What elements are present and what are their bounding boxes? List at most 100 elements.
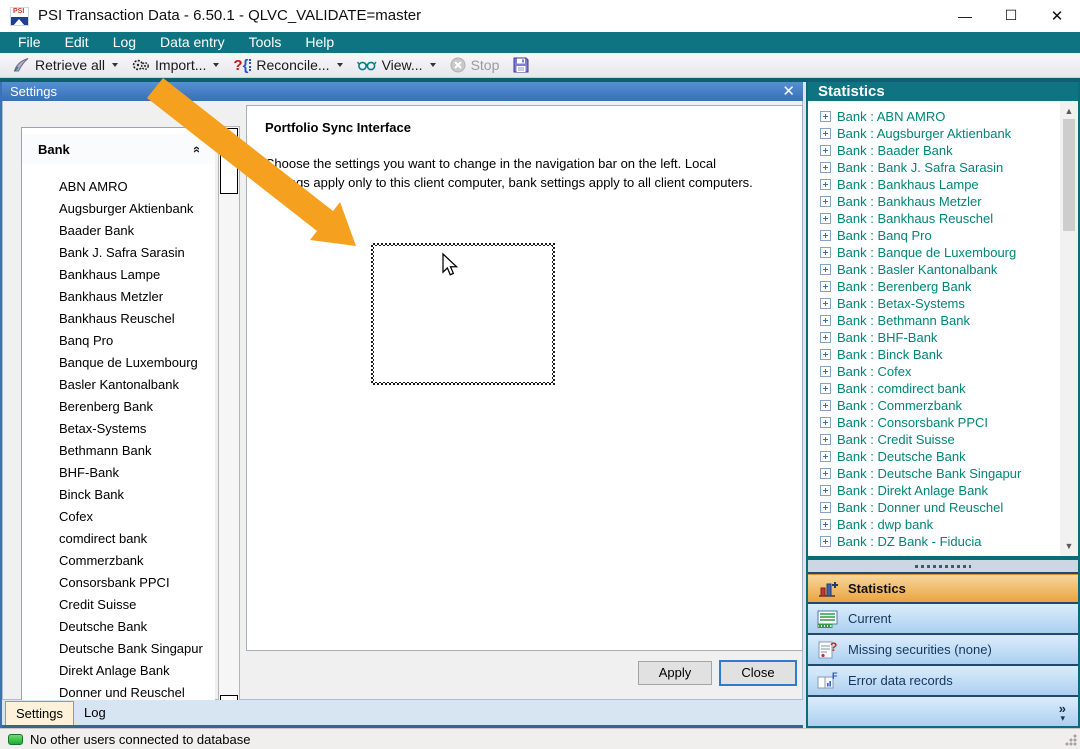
- dropdown-arrow-icon[interactable]: [337, 63, 343, 67]
- expand-plus-icon[interactable]: [820, 264, 831, 275]
- expand-plus-icon[interactable]: [820, 179, 831, 190]
- expand-plus-icon[interactable]: [820, 145, 831, 156]
- close-button[interactable]: ✕: [1034, 0, 1080, 31]
- nav-item-bank[interactable]: BHF-Bank: [22, 462, 215, 484]
- nav-item-bank[interactable]: Basler Kantonalbank: [22, 374, 215, 396]
- nav-group-bank[interactable]: Bank »: [22, 134, 215, 164]
- expand-plus-icon[interactable]: [820, 349, 831, 360]
- tree-item-bank[interactable]: Bank : Betax-Systems: [808, 295, 1056, 312]
- nav-button-error-data-records[interactable]: FError data records: [808, 666, 1078, 697]
- panel-close-icon[interactable]: ✕: [782, 84, 795, 99]
- scrollbar-thumb[interactable]: [220, 147, 238, 194]
- scroll-up-chevron[interactable]: ▲: [1060, 103, 1078, 119]
- expand-plus-icon[interactable]: [820, 128, 831, 139]
- toolbar-import-button[interactable]: Import...: [125, 54, 226, 77]
- nav-item-bank[interactable]: comdirect bank: [22, 528, 215, 550]
- nav-item-bank[interactable]: Consorsbank PPCI: [22, 572, 215, 594]
- tree-item-bank[interactable]: Bank : Donner und Reuschel: [808, 499, 1056, 516]
- nav-item-bank[interactable]: Bankhaus Reuschel: [22, 308, 215, 330]
- maximize-button[interactable]: ☐: [988, 0, 1034, 31]
- tree-item-bank[interactable]: Bank : Berenberg Bank: [808, 278, 1056, 295]
- scroll-down-chevron[interactable]: ▼: [1060, 538, 1078, 554]
- expand-plus-icon[interactable]: [820, 230, 831, 241]
- menu-item-data-entry[interactable]: Data entry: [148, 32, 237, 53]
- nav-item-bank[interactable]: Deutsche Bank Singapur: [22, 638, 215, 660]
- expand-plus-icon[interactable]: [820, 213, 831, 224]
- expand-plus-icon[interactable]: [820, 315, 831, 326]
- tree-item-bank[interactable]: Bank : Deutsche Bank Singapur: [808, 465, 1056, 482]
- nav-item-bank[interactable]: Bethmann Bank: [22, 440, 215, 462]
- expand-plus-icon[interactable]: [820, 281, 831, 292]
- bank-list-scrollbar[interactable]: ▲ ▼: [218, 126, 240, 716]
- toolbar-view-button[interactable]: View...: [350, 54, 443, 77]
- nav-item-bank[interactable]: Augsburger Aktienbank: [22, 198, 215, 220]
- expand-plus-icon[interactable]: [820, 536, 831, 547]
- tree-item-bank[interactable]: Bank : Consorsbank PPCI: [808, 414, 1056, 431]
- tree-item-bank[interactable]: Bank : Banque de Luxembourg: [808, 244, 1056, 261]
- menu-item-tools[interactable]: Tools: [237, 32, 294, 53]
- nav-item-bank[interactable]: ABN AMRO: [22, 176, 215, 198]
- nav-item-bank[interactable]: Binck Bank: [22, 484, 215, 506]
- toolbar-reconcile-button[interactable]: ?{Reconcile...: [226, 54, 349, 77]
- expand-plus-icon[interactable]: [820, 111, 831, 122]
- toolbar-save-button[interactable]: [506, 54, 536, 77]
- horizontal-splitter[interactable]: [808, 560, 1078, 572]
- tree-item-bank[interactable]: Bank : Bethmann Bank: [808, 312, 1056, 329]
- dropdown-arrow-icon[interactable]: [430, 63, 436, 67]
- expand-plus-icon[interactable]: [820, 162, 831, 173]
- nav-item-bank[interactable]: Baader Bank: [22, 220, 215, 242]
- statistics-scrollbar[interactable]: ▲ ▼: [1060, 101, 1078, 556]
- expand-plus-icon[interactable]: [820, 417, 831, 428]
- expand-plus-icon[interactable]: [820, 502, 831, 513]
- tree-item-bank[interactable]: Bank : Banq Pro: [808, 227, 1056, 244]
- apply-button[interactable]: Apply: [638, 661, 712, 685]
- menu-item-edit[interactable]: Edit: [53, 32, 101, 53]
- expand-plus-icon[interactable]: [820, 366, 831, 377]
- tree-item-bank[interactable]: Bank : dwp bank: [808, 516, 1056, 533]
- nav-button-missing-securities-none[interactable]: ?Missing securities (none): [808, 635, 1078, 666]
- scrollbar-thumb[interactable]: [1063, 119, 1075, 231]
- tree-item-bank[interactable]: Bank : ABN AMRO: [808, 108, 1056, 125]
- nav-button-current[interactable]: Current: [808, 604, 1078, 635]
- expand-plus-icon[interactable]: [820, 383, 831, 394]
- nav-item-bank[interactable]: Deutsche Bank: [22, 616, 215, 638]
- tab-settings[interactable]: Settings: [5, 701, 74, 725]
- expand-plus-icon[interactable]: [820, 468, 831, 479]
- resize-grip[interactable]: [1065, 734, 1077, 746]
- nav-overflow-bar[interactable]: »▾: [808, 697, 1078, 726]
- tree-item-bank[interactable]: Bank : Baader Bank: [808, 142, 1056, 159]
- nav-item-bank[interactable]: Bank J. Safra Sarasin: [22, 242, 215, 264]
- expand-plus-icon[interactable]: [820, 434, 831, 445]
- dropdown-arrow-icon[interactable]: [112, 63, 118, 67]
- nav-item-bank[interactable]: Direkt Anlage Bank: [22, 660, 215, 682]
- tree-item-bank[interactable]: Bank : Bankhaus Metzler: [808, 193, 1056, 210]
- expand-plus-icon[interactable]: [820, 298, 831, 309]
- nav-item-bank[interactable]: Commerzbank: [22, 550, 215, 572]
- expand-plus-icon[interactable]: [820, 485, 831, 496]
- tree-item-bank[interactable]: Bank : Bank J. Safra Sarasin: [808, 159, 1056, 176]
- minimize-button[interactable]: —: [942, 0, 988, 31]
- menu-item-file[interactable]: File: [6, 32, 53, 53]
- tree-item-bank[interactable]: Bank : Credit Suisse: [808, 431, 1056, 448]
- expand-plus-icon[interactable]: [820, 519, 831, 530]
- nav-item-bank[interactable]: Berenberg Bank: [22, 396, 215, 418]
- expand-plus-icon[interactable]: [820, 196, 831, 207]
- tree-item-bank[interactable]: Bank : Cofex: [808, 363, 1056, 380]
- tree-item-bank[interactable]: Bank : DZ Bank - Fiducia: [808, 533, 1056, 550]
- tree-item-bank[interactable]: Bank : Commerzbank: [808, 397, 1056, 414]
- tree-item-bank[interactable]: Bank : comdirect bank: [808, 380, 1056, 397]
- nav-item-bank[interactable]: Banque de Luxembourg: [22, 352, 215, 374]
- tree-item-bank[interactable]: Bank : Bankhaus Reuschel: [808, 210, 1056, 227]
- overflow-down-arrow-icon[interactable]: ▾: [1060, 713, 1065, 724]
- expand-plus-icon[interactable]: [820, 332, 831, 343]
- tree-item-bank[interactable]: Bank : Bankhaus Lampe: [808, 176, 1056, 193]
- nav-item-bank[interactable]: Bankhaus Metzler: [22, 286, 215, 308]
- tab-log[interactable]: Log: [74, 701, 116, 725]
- nav-item-bank[interactable]: Betax-Systems: [22, 418, 215, 440]
- tree-item-bank[interactable]: Bank : Direkt Anlage Bank: [808, 482, 1056, 499]
- tree-item-bank[interactable]: Bank : Basler Kantonalbank: [808, 261, 1056, 278]
- nav-item-bank[interactable]: Bankhaus Lampe: [22, 264, 215, 286]
- tree-item-bank[interactable]: Bank : Binck Bank: [808, 346, 1056, 363]
- menu-item-log[interactable]: Log: [101, 32, 148, 53]
- tree-item-bank[interactable]: Bank : Augsburger Aktienbank: [808, 125, 1056, 142]
